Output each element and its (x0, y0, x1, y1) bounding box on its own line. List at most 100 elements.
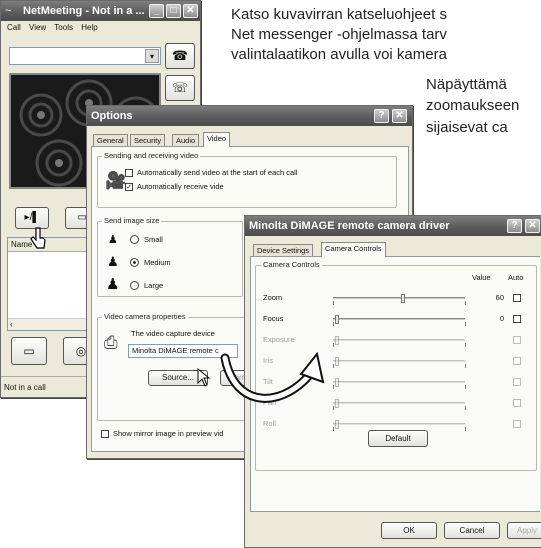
play-pause-icon: ▸/▌ (24, 212, 40, 223)
slider-tick (333, 322, 334, 326)
slider-tick (333, 406, 334, 410)
control-auto-checkbox-focus[interactable] (513, 315, 521, 323)
control-auto-checkbox-roll (513, 420, 521, 428)
camera-icon: 🎥 (105, 171, 127, 190)
slider-tick (333, 343, 334, 347)
control-slider-focus[interactable] (333, 318, 465, 320)
minimize-button[interactable]: _ (149, 4, 164, 18)
netmeeting-menubar: Call View Tools Help (1, 21, 200, 35)
control-auto-checkbox-zoom[interactable] (513, 294, 521, 302)
close-button[interactable]: ✕ (525, 219, 540, 233)
mirror-image-label: Show mirror image in preview vid (113, 429, 224, 438)
chat-icon: ◎ (75, 344, 87, 358)
control-slider-roll (333, 423, 465, 425)
control-slider-tilt (333, 381, 465, 383)
manual-text-line-3: valintalaatikon avulla voi kamera (231, 46, 447, 63)
menu-call[interactable]: Call (7, 23, 21, 32)
close-button[interactable]: ✕ (183, 4, 198, 18)
control-slider-thumb-focus[interactable] (335, 315, 339, 324)
menu-view[interactable]: View (29, 23, 46, 32)
cancel-button[interactable]: Cancel (444, 522, 500, 539)
mouse-pointer-icon (197, 368, 211, 387)
slider-tick (333, 385, 334, 389)
manual-text-line-2: Net messenger -ohjelmassa tarv (231, 26, 447, 43)
apply-button[interactable]: Apply (507, 522, 541, 539)
slider-tick (465, 301, 466, 305)
auto-send-label: Automatically send video at the start of… (137, 168, 298, 177)
control-slider-zoom[interactable] (333, 297, 465, 299)
control-slider-thumb-exposure (335, 336, 339, 345)
control-label-zoom: Zoom (263, 293, 283, 302)
slider-tick (465, 427, 466, 431)
size-large-radio[interactable] (130, 281, 139, 290)
send-image-size-label: Send image size (102, 216, 162, 225)
slider-tick (333, 427, 334, 431)
person-small-icon: ♟ (108, 234, 118, 246)
end-call-button[interactable]: ☏ (165, 75, 195, 101)
menu-tools[interactable]: Tools (54, 23, 73, 32)
control-auto-checkbox-exposure (513, 336, 521, 344)
control-auto-checkbox-tilt (513, 378, 521, 386)
control-slider-thumb-zoom[interactable] (401, 294, 405, 303)
slider-tick (465, 385, 466, 389)
mouse-cursor-icon (30, 227, 46, 249)
help-button[interactable]: ? (374, 109, 389, 123)
chevron-down-icon[interactable]: ▾ (145, 49, 159, 63)
control-auto-checkbox-pan (513, 399, 521, 407)
size-small-radio[interactable] (130, 235, 139, 244)
control-label-focus: Focus (263, 314, 284, 323)
sending-receiving-label: Sending and receiving video (102, 151, 201, 160)
maximize-button[interactable]: □ (166, 4, 181, 18)
capture-device-icon: ⎙ (104, 333, 118, 352)
person-medium-icon: ♟ (107, 254, 119, 269)
control-value-focus: 0 (499, 314, 504, 323)
auto-send-checkbox[interactable] (125, 169, 133, 177)
person-large-icon: ♟ (106, 276, 120, 293)
capture-device-text: The video capture device (131, 329, 215, 338)
control-auto-checkbox-iris (513, 357, 521, 365)
size-medium-label: Medium (144, 258, 171, 267)
control-slider-pan (333, 402, 465, 404)
control-slider-thumb-iris (335, 357, 339, 366)
address-combo[interactable]: ▾ (9, 47, 161, 65)
status-text: Not in a call (4, 383, 46, 392)
slider-tick (465, 364, 466, 368)
auto-receive-label: Automatically receive vide (137, 182, 224, 191)
control-slider-thumb-tilt (335, 378, 339, 387)
video-camera-properties-label: Video camera properties (102, 312, 188, 321)
size-medium-radio[interactable] (130, 258, 139, 267)
column-value-label: Value (472, 273, 491, 282)
column-auto-label: Auto (508, 273, 524, 282)
menu-help[interactable]: Help (81, 23, 97, 32)
control-slider-thumb-roll (335, 420, 339, 429)
control-slider-exposure (333, 339, 465, 341)
mirror-image-checkbox[interactable] (101, 430, 109, 438)
share-icon: ▭ (23, 344, 35, 358)
place-call-button[interactable]: ☎ (165, 43, 195, 69)
curved-arrow (220, 351, 325, 403)
options-titlebar: Options (87, 106, 412, 126)
slider-tick (465, 343, 466, 347)
slider-tick (465, 406, 466, 410)
camera-controls-group-label: Camera Controls (261, 260, 322, 269)
phone-icon: ☎ (171, 48, 189, 63)
tab-camera-controls[interactable]: Camera Controls (321, 242, 386, 257)
auto-receive-checkbox[interactable]: ✓ (125, 183, 133, 191)
share-program-button[interactable]: ▭ (11, 337, 47, 365)
camera-driver-title: Minolta DiMAGE remote camera driver (249, 220, 450, 232)
netmeeting-title: NetMeeting - Not in a ... (23, 5, 145, 17)
slider-tick (465, 322, 466, 326)
manual-text-line-1: Katso kuvavirran katseluohjeet s (231, 6, 447, 23)
close-button[interactable]: ✕ (392, 109, 407, 123)
options-title: Options (91, 110, 133, 122)
hang-up-icon: ☏ (171, 80, 189, 95)
slider-tick (333, 301, 334, 305)
help-button[interactable]: ? (507, 219, 522, 233)
slider-tick (333, 364, 334, 368)
size-small-label: Small (144, 235, 163, 244)
tab-video[interactable]: Video (203, 132, 231, 147)
ok-button[interactable]: OK (381, 522, 437, 539)
manual-text-line-4: Näpäyttämä (426, 76, 507, 93)
default-button[interactable]: Default (368, 430, 428, 447)
manual-text-line-5: zoomaukseen (426, 97, 520, 114)
